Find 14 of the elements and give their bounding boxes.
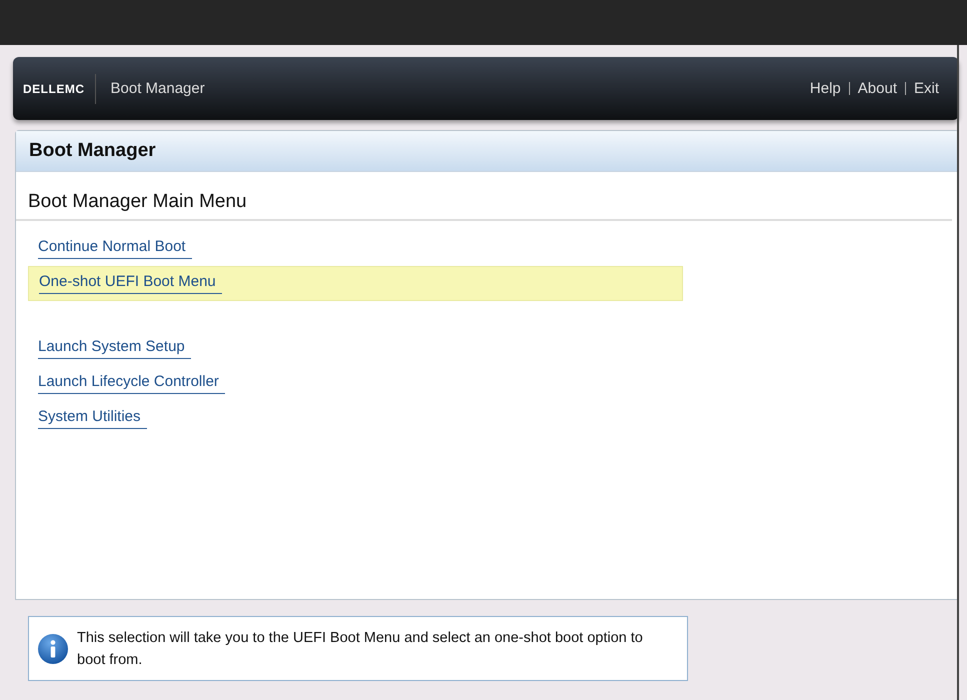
- info-icon: [38, 634, 68, 664]
- menu-title: Boot Manager Main Menu: [16, 172, 952, 221]
- menu-link[interactable]: One-shot UEFI Boot Menu: [39, 273, 222, 294]
- header-link[interactable]: Help: [810, 80, 841, 97]
- panel-title: Boot Manager: [29, 140, 156, 162]
- header-link[interactable]: About: [858, 80, 897, 97]
- menu-link[interactable]: System Utilities: [38, 408, 147, 429]
- menu-link[interactable]: Launch Lifecycle Controller: [38, 373, 225, 394]
- menu-link[interactable]: Launch System Setup: [38, 338, 191, 359]
- menu-link[interactable]: Continue Normal Boot: [38, 238, 192, 259]
- info-text: This selection will take you to the UEFI Boot Menu and select an one-shot boot option to boot from.: [77, 628, 644, 670]
- header-link[interactable]: Exit: [914, 80, 939, 97]
- header-title: Boot Manager: [110, 80, 205, 97]
- logo: DELLEMC: [13, 74, 96, 104]
